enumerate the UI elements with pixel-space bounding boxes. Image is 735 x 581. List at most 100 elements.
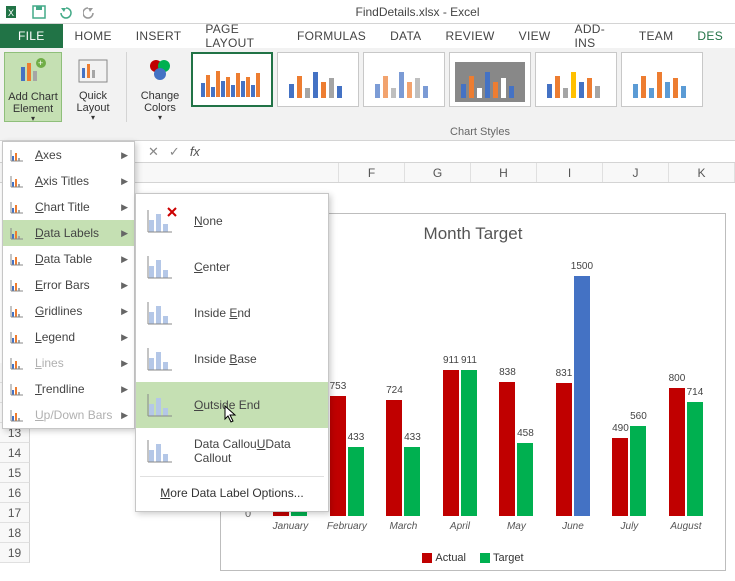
bar-group-may[interactable]: 838458 <box>499 382 533 516</box>
col-F[interactable]: F <box>339 163 405 182</box>
menu-data-table[interactable]: Data Table▶ <box>3 246 134 272</box>
tab-home[interactable]: HOME <box>63 24 124 48</box>
legend[interactable]: Actual Target <box>221 552 725 564</box>
tab-review[interactable]: REVIEW <box>434 24 507 48</box>
tab-add-ins[interactable]: ADD-INS <box>563 24 627 48</box>
chart-style-6[interactable] <box>621 52 703 107</box>
x-label-may: May <box>507 521 526 532</box>
tab-view[interactable]: VIEW <box>507 24 563 48</box>
data-label: 753 <box>330 381 347 392</box>
bar-actual-may[interactable]: 838 <box>499 382 515 516</box>
chart-style-3[interactable] <box>363 52 445 107</box>
bar-actual-february[interactable]: 753 <box>330 396 346 516</box>
fx-label[interactable]: fx <box>190 144 200 159</box>
menu-trendline[interactable]: Trendline▶ <box>3 376 134 402</box>
tab-data[interactable]: DATA <box>378 24 433 48</box>
bar-group-april[interactable]: 911911 <box>443 370 477 516</box>
enter-icon[interactable]: ✓ <box>169 144 180 160</box>
col-J[interactable]: J <box>603 163 669 182</box>
quick-layout-icon <box>77 56 109 88</box>
row-17[interactable]: 17 <box>0 503 30 523</box>
chart-style-2[interactable] <box>277 52 359 107</box>
change-colors-icon <box>144 56 176 88</box>
axes-icon <box>9 147 29 163</box>
add-chart-element-icon: + <box>17 57 49 89</box>
bar-target-july[interactable]: 560 <box>630 426 646 516</box>
save-icon[interactable] <box>28 2 50 22</box>
excel-app-icon[interactable]: X <box>2 2 24 22</box>
row-16[interactable]: 16 <box>0 483 30 503</box>
datalabel-center[interactable]: Center <box>136 244 328 290</box>
menu-data-labels[interactable]: Data Labels▶ <box>3 220 134 246</box>
ribbon-tabs: FILE HOME INSERT PAGE LAYOUT FORMULAS DA… <box>0 24 735 48</box>
menu-axes[interactable]: Axes▶ <box>3 142 134 168</box>
bar-actual-june[interactable]: 831 <box>556 383 572 516</box>
chart-style-5[interactable] <box>535 52 617 107</box>
data-label: 433 <box>348 432 365 443</box>
chart-style-4[interactable] <box>449 52 531 107</box>
bar-actual-august[interactable]: 800 <box>669 388 685 516</box>
svg-text:+: + <box>38 58 43 68</box>
data-label: 458 <box>517 428 534 439</box>
bar-actual-march[interactable]: 724 <box>386 400 402 516</box>
bar-group-june[interactable]: 8311500 <box>556 276 590 516</box>
col-K[interactable]: K <box>669 163 735 182</box>
datalabel-inside-base[interactable]: Inside Base <box>136 336 328 382</box>
row-19[interactable]: 19 <box>0 543 30 563</box>
data-labels-submenu[interactable]: NoneCenterInside EndInside BaseOutside E… <box>135 193 329 512</box>
legend-target[interactable]: Target <box>480 552 524 564</box>
datalabel-none[interactable]: None <box>136 198 328 244</box>
row-15[interactable]: 15 <box>0 463 30 483</box>
tab-page-layout[interactable]: PAGE LAYOUT <box>193 24 285 48</box>
tab-design[interactable]: DES <box>685 24 735 48</box>
legend-actual[interactable]: Actual <box>422 552 466 564</box>
bar-group-july[interactable]: 490560 <box>612 426 646 516</box>
menu-chart-title[interactable]: Chart Title▶ <box>3 194 134 220</box>
data-label: 1500 <box>571 261 593 272</box>
bar-target-may[interactable]: 458 <box>517 443 533 516</box>
tab-formulas[interactable]: FORMULAS <box>285 24 378 48</box>
x-label-march: March <box>390 521 418 532</box>
error-bars-icon <box>9 277 29 293</box>
tab-file[interactable]: FILE <box>0 24 63 48</box>
menu-error-bars[interactable]: Error Bars▶ <box>3 272 134 298</box>
change-colors-button[interactable]: Change Colors ▾ <box>131 52 189 122</box>
quick-layout-button[interactable]: Quick Layout ▾ <box>64 52 122 122</box>
tab-team[interactable]: TEAM <box>627 24 686 48</box>
bar-actual-july[interactable]: 490 <box>612 438 628 516</box>
cancel-icon[interactable]: ✕ <box>148 144 159 160</box>
bar-target-february[interactable]: 433 <box>348 447 364 516</box>
undo-icon[interactable] <box>54 2 76 22</box>
datalabel-icon <box>146 436 180 466</box>
add-chart-element-menu[interactable]: Axes▶Axis Titles▶Chart Title▶Data Labels… <box>2 141 135 429</box>
x-label-august: August <box>670 521 701 532</box>
bar-actual-april[interactable]: 911 <box>443 370 459 516</box>
redo-icon[interactable] <box>80 2 102 22</box>
bar-group-march[interactable]: 724433 <box>386 400 420 516</box>
row-14[interactable]: 14 <box>0 443 30 463</box>
bar-target-august[interactable]: 714 <box>687 402 703 516</box>
bar-target-april[interactable]: 911 <box>461 370 477 516</box>
menu-axis-titles[interactable]: Axis Titles▶ <box>3 168 134 194</box>
col-H[interactable]: H <box>471 163 537 182</box>
more-data-label-options[interactable]: More Data Label Options... <box>136 479 328 507</box>
chart-style-1[interactable] <box>191 52 273 107</box>
add-chart-element-button[interactable]: + Add Chart Element ▾ <box>4 52 62 122</box>
tab-insert[interactable]: INSERT <box>124 24 194 48</box>
bar-group-february[interactable]: 753433 <box>330 396 364 516</box>
menu-legend[interactable]: Legend▶ <box>3 324 134 350</box>
datalabel-icon <box>146 206 180 236</box>
data-label: 838 <box>499 367 516 378</box>
menu-gridlines[interactable]: Gridlines▶ <box>3 298 134 324</box>
data-labels-icon <box>9 225 29 241</box>
col-G[interactable]: G <box>405 163 471 182</box>
col-I[interactable]: I <box>537 163 603 182</box>
row-18[interactable]: 18 <box>0 523 30 543</box>
quick-access-toolbar: X <box>2 2 102 22</box>
datalabel-data-callout[interactable]: Data CallouUData Callout <box>136 428 328 474</box>
datalabel-inside-end[interactable]: Inside End <box>136 290 328 336</box>
bar-target-june[interactable]: 1500 <box>574 276 590 516</box>
bar-target-march[interactable]: 433 <box>404 447 420 516</box>
bar-group-august[interactable]: 800714 <box>669 388 703 516</box>
datalabel-icon <box>146 298 180 328</box>
